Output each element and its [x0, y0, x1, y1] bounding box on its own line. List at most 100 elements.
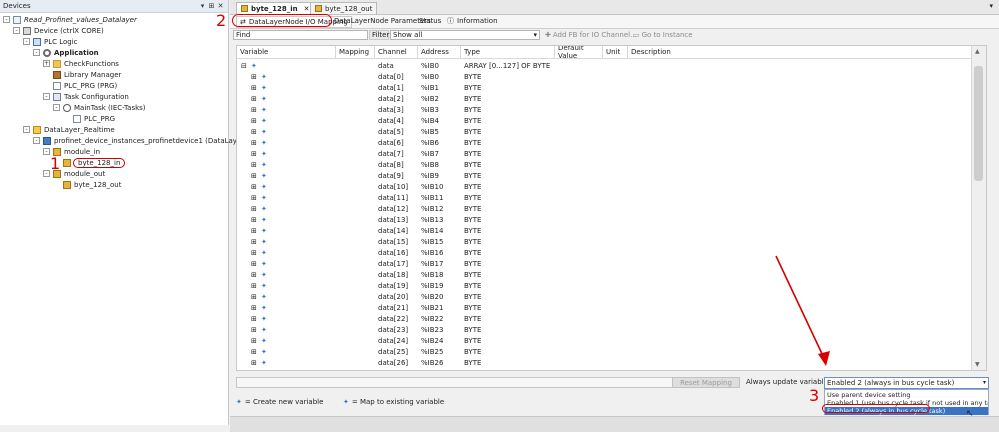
collapse-icon[interactable]: -: [53, 104, 60, 111]
tree-item-profinet-device[interactable]: - profinet_device_instances_profinetdevic…: [33, 135, 263, 146]
subtab-status[interactable]: Status: [416, 16, 444, 26]
collapse-icon[interactable]: -: [23, 38, 30, 45]
scroll-up-icon[interactable]: ▲: [975, 48, 980, 55]
expand-icon[interactable]: ⊞: [251, 82, 257, 93]
tree-item-application[interactable]: - Application: [33, 47, 99, 58]
column-header-type[interactable]: Type: [461, 46, 555, 59]
collapse-icon[interactable]: -: [23, 126, 30, 133]
table-row[interactable]: ⊞ ✦ data[17] %IB17 BYTE: [237, 258, 972, 269]
table-row[interactable]: ⊞ ✦ data[3] %IB3 BYTE: [237, 104, 972, 115]
scrollbar-thumb[interactable]: [974, 66, 983, 181]
table-row[interactable]: ⊞ ✦ data[2] %IB2 BYTE: [237, 93, 972, 104]
table-row[interactable]: ⊞ ✦ data[18] %IB18 BYTE: [237, 269, 972, 280]
add-fb-button[interactable]: ✚ Add FB for IO Channel...: [545, 31, 637, 39]
always-update-variables-select[interactable]: Enabled 2 (always in bus cycle task) ▾: [824, 377, 989, 389]
table-row[interactable]: ⊞ ✦ data[6] %IB6 BYTE: [237, 137, 972, 148]
expand-icon[interactable]: ⊞: [251, 192, 257, 203]
expand-icon[interactable]: ⊞: [251, 236, 257, 247]
table-row[interactable]: ⊞ ✦ data[21] %IB21 BYTE: [237, 302, 972, 313]
table-row[interactable]: ⊞ ✦ data[4] %IB4 BYTE: [237, 115, 972, 126]
collapse-icon[interactable]: -: [33, 137, 40, 144]
tree-item-datalayer-realtime[interactable]: - DataLayer_Realtime: [23, 124, 115, 135]
tree-item-plc-logic[interactable]: - PLC Logic: [23, 36, 78, 47]
table-row[interactable]: ⊞ ✦ data[15] %IB15 BYTE: [237, 236, 972, 247]
expand-icon[interactable]: +: [43, 60, 50, 67]
table-row[interactable]: ⊞ ✦ data[22] %IB22 BYTE: [237, 313, 972, 324]
expand-icon[interactable]: ⊞: [251, 93, 257, 104]
table-row[interactable]: ⊞ ✦ data[11] %IB11 BYTE: [237, 192, 972, 203]
table-row[interactable]: ⊞ ✦ data[23] %IB23 BYTE: [237, 324, 972, 335]
pin-icon[interactable]: ⊞: [207, 2, 216, 10]
expand-icon[interactable]: ⊞: [251, 148, 257, 159]
table-row[interactable]: ⊞ ✦ data[10] %IB10 BYTE: [237, 181, 972, 192]
column-header-channel[interactable]: Channel: [375, 46, 418, 59]
collapse-icon[interactable]: -: [33, 49, 40, 56]
tree-item-device[interactable]: - Device (ctrlX CORE): [13, 25, 104, 36]
collapse-icon[interactable]: ⊟: [241, 60, 247, 71]
table-row[interactable]: ⊞ ✦ data[24] %IB24 BYTE: [237, 335, 972, 346]
table-row[interactable]: ⊞ ✦ data[0] %IB0 BYTE: [237, 71, 972, 82]
expand-icon[interactable]: ⊞: [251, 203, 257, 214]
expand-icon[interactable]: ⊞: [251, 104, 257, 115]
tree-item-byte-128-out[interactable]: byte_128_out: [53, 179, 121, 190]
expand-icon[interactable]: ⊞: [251, 291, 257, 302]
go-to-instance-button[interactable]: ▭ Go to Instance: [633, 31, 693, 39]
tree-item-task-configuration[interactable]: - Task Configuration: [43, 91, 129, 102]
collapse-icon[interactable]: -: [3, 16, 10, 23]
reset-mapping-button[interactable]: Reset Mapping: [672, 377, 740, 388]
table-row[interactable]: ⊞ ✦ data[25] %IB25 BYTE: [237, 346, 972, 357]
subtab-information[interactable]: ⓘ Information: [444, 16, 501, 26]
tree-item-library-manager[interactable]: Library Manager: [43, 69, 121, 80]
tab-byte-128-in[interactable]: byte_128_in ✕: [236, 2, 315, 14]
table-row[interactable]: ⊞ ✦ data[7] %IB7 BYTE: [237, 148, 972, 159]
column-header-description[interactable]: Description: [628, 46, 972, 59]
tree-item-plc-prg[interactable]: PLC_PRG (PRG): [43, 80, 117, 91]
table-row[interactable]: ⊞ ✦ data[12] %IB12 BYTE: [237, 203, 972, 214]
collapse-icon[interactable]: -: [43, 148, 50, 155]
tree-item-checkfunctions[interactable]: + CheckFunctions: [43, 58, 119, 69]
table-row[interactable]: ⊞ ✦ data[16] %IB16 BYTE: [237, 247, 972, 258]
column-header-unit[interactable]: Unit: [603, 46, 628, 59]
scroll-down-icon[interactable]: ▼: [975, 361, 980, 368]
table-row[interactable]: ⊞ ✦ data[19] %IB19 BYTE: [237, 280, 972, 291]
filter-select[interactable]: Show all ▾: [390, 30, 540, 40]
expand-icon[interactable]: ⊞: [251, 280, 257, 291]
table-row[interactable]: ⊞ ✦ data[1] %IB1 BYTE: [237, 82, 972, 93]
expand-icon[interactable]: ⊞: [251, 247, 257, 258]
expand-icon[interactable]: ⊞: [251, 335, 257, 346]
tree-item-byte-128-in[interactable]: byte_128_in: [53, 157, 126, 168]
column-header-variable[interactable]: Variable: [237, 46, 336, 59]
expand-icon[interactable]: ⊞: [251, 346, 257, 357]
expand-icon[interactable]: ⊞: [251, 170, 257, 181]
table-row[interactable]: ⊞ ✦ data[5] %IB5 BYTE: [237, 126, 972, 137]
expand-icon[interactable]: ⊞: [251, 126, 257, 137]
expand-icon[interactable]: ⊞: [251, 137, 257, 148]
table-row[interactable]: ⊞ ✦ data[14] %IB14 BYTE: [237, 225, 972, 236]
column-header-mapping[interactable]: Mapping: [336, 46, 375, 59]
expand-icon[interactable]: ⊞: [251, 159, 257, 170]
column-header-address[interactable]: Address: [418, 46, 461, 59]
tab-byte-128-out[interactable]: byte_128_out: [310, 2, 378, 14]
expand-icon[interactable]: ⊞: [251, 225, 257, 236]
close-icon[interactable]: ✕: [216, 2, 225, 10]
column-header-default-value[interactable]: Default Value: [555, 46, 603, 60]
table-row[interactable]: ⊞ ✦ data[8] %IB8 BYTE: [237, 159, 972, 170]
tab-close-icon[interactable]: ✕: [304, 5, 310, 13]
option-use-parent[interactable]: Use parent device setting: [825, 391, 988, 399]
collapse-icon[interactable]: -: [43, 170, 50, 177]
expand-icon[interactable]: ⊞: [251, 357, 257, 368]
expand-icon[interactable]: ⊞: [251, 324, 257, 335]
expand-icon[interactable]: ⊞: [251, 181, 257, 192]
table-row[interactable]: ⊞ ✦ data[20] %IB20 BYTE: [237, 291, 972, 302]
table-row[interactable]: ⊞ ✦ data[13] %IB13 BYTE: [237, 214, 972, 225]
grid-vertical-scrollbar[interactable]: ▲ ▼: [971, 46, 986, 370]
expand-icon[interactable]: ⊞: [251, 258, 257, 269]
expand-icon[interactable]: ⊞: [251, 214, 257, 225]
tab-list-chevron-down-icon[interactable]: ▾: [989, 2, 993, 10]
table-row[interactable]: ⊞ ✦ data[9] %IB9 BYTE: [237, 170, 972, 181]
expand-icon[interactable]: ⊞: [251, 269, 257, 280]
expand-icon[interactable]: ⊞: [251, 115, 257, 126]
expand-icon[interactable]: ⊞: [251, 313, 257, 324]
expand-icon[interactable]: ⊞: [251, 71, 257, 82]
pane-menu-icon[interactable]: ▾: [198, 2, 207, 10]
